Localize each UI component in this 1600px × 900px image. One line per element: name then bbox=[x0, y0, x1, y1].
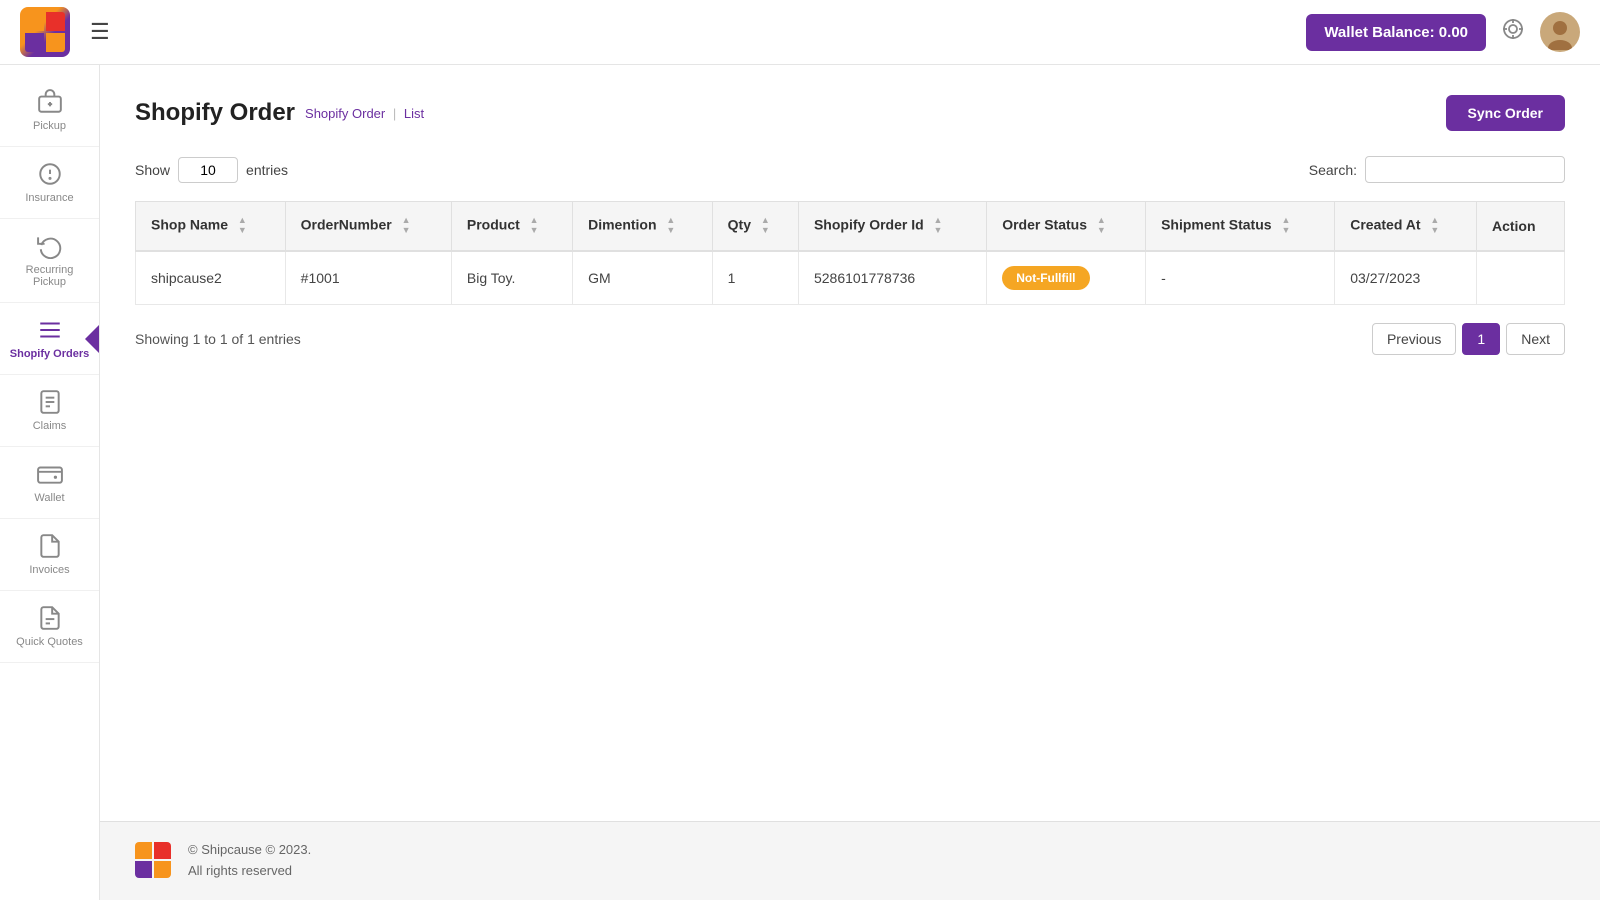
sidebar-item-claims[interactable]: Claims bbox=[0, 375, 99, 447]
footer-logo bbox=[135, 842, 173, 880]
created-at-cell: 03/27/2023 bbox=[1335, 251, 1477, 305]
table-body: shipcause2#1001Big Toy.GM15286101778736 N… bbox=[136, 251, 1565, 305]
show-entries: Show entries bbox=[135, 157, 288, 183]
page-1-button[interactable]: 1 bbox=[1462, 323, 1500, 355]
action-cell bbox=[1476, 251, 1564, 305]
table-cell: shipcause2 bbox=[136, 251, 286, 305]
table-controls: Show entries Search: bbox=[135, 156, 1565, 183]
sidebar-item-insurance[interactable]: Insurance bbox=[0, 147, 99, 219]
pickup-icon bbox=[37, 89, 63, 115]
table-row: shipcause2#1001Big Toy.GM15286101778736 N… bbox=[136, 251, 1565, 305]
main-content: Shopify Order Shopify Order | List Sync … bbox=[100, 65, 1600, 900]
page-title-area: Shopify Order Shopify Order | List bbox=[135, 99, 424, 127]
sidebar-item-wallet-label: Wallet bbox=[34, 492, 64, 504]
table-cell: 5286101778736 bbox=[798, 251, 986, 305]
col-order-status: Order Status ▲▼ bbox=[987, 202, 1146, 251]
sidebar-item-pickup-label: Pickup bbox=[33, 120, 66, 132]
sort-icon-dimention[interactable]: ▲▼ bbox=[666, 216, 675, 236]
sort-icon-shopify-order-id[interactable]: ▲▼ bbox=[934, 216, 943, 236]
sidebar-item-quick-quotes[interactable]: Quick Quotes bbox=[0, 591, 99, 663]
sidebar-item-invoices-label: Invoices bbox=[29, 564, 69, 576]
hamburger-menu[interactable]: ☰ bbox=[90, 19, 110, 45]
wallet-balance-button[interactable]: Wallet Balance: 0.00 bbox=[1306, 14, 1486, 51]
pagination-area: Showing 1 to 1 of 1 entries Previous 1 N… bbox=[135, 323, 1565, 355]
table-cell: Big Toy. bbox=[451, 251, 572, 305]
table-cell: #1001 bbox=[285, 251, 451, 305]
search-area: Search: bbox=[1309, 156, 1565, 183]
sync-order-button[interactable]: Sync Order bbox=[1446, 95, 1565, 131]
topbar: ☰ Wallet Balance: 0.00 bbox=[0, 0, 1600, 65]
pagination-info: Showing 1 to 1 of 1 entries bbox=[135, 331, 301, 347]
col-created-at: Created At ▲▼ bbox=[1335, 202, 1477, 251]
sort-icon-shipment-status[interactable]: ▲▼ bbox=[1281, 216, 1290, 236]
col-qty: Qty ▲▼ bbox=[712, 202, 798, 251]
wallet-icon bbox=[37, 461, 63, 487]
breadcrumb-separator: | bbox=[393, 106, 396, 121]
sidebar-item-pickup[interactable]: Pickup bbox=[0, 75, 99, 147]
table-header: Shop Name ▲▼ OrderNumber ▲▼ Product ▲▼ bbox=[136, 202, 1565, 251]
show-label: Show bbox=[135, 162, 170, 178]
sidebar-item-quick-quotes-label: Quick Quotes bbox=[16, 636, 83, 648]
search-label: Search: bbox=[1309, 162, 1357, 178]
page-header: Shopify Order Shopify Order | List Sync … bbox=[135, 95, 1565, 131]
breadcrumb-list[interactable]: List bbox=[404, 106, 424, 121]
col-shipment-status: Shipment Status ▲▼ bbox=[1146, 202, 1335, 251]
status-badge: Not-Fullfill bbox=[1002, 266, 1089, 290]
next-button[interactable]: Next bbox=[1506, 323, 1565, 355]
recurring-pickup-icon bbox=[37, 233, 63, 259]
sort-icon-created-at[interactable]: ▲▼ bbox=[1430, 216, 1439, 236]
topbar-left: ☰ bbox=[20, 7, 110, 57]
sort-icon-order-number[interactable]: ▲▼ bbox=[402, 216, 411, 236]
col-action: Action bbox=[1476, 202, 1564, 251]
sidebar-item-invoices[interactable]: Invoices bbox=[0, 519, 99, 591]
sort-icon-product[interactable]: ▲▼ bbox=[530, 216, 539, 236]
sidebar-item-wallet[interactable]: Wallet bbox=[0, 447, 99, 519]
breadcrumb-shopify-order[interactable]: Shopify Order bbox=[305, 106, 385, 121]
sidebar: Pickup Insurance Recurring Pickup S bbox=[0, 65, 100, 900]
sidebar-item-shopify-orders[interactable]: Shopify Orders bbox=[0, 303, 99, 375]
page-title: Shopify Order bbox=[135, 99, 295, 127]
search-input[interactable] bbox=[1365, 156, 1565, 183]
target-icon[interactable] bbox=[1501, 17, 1525, 47]
footer-text: © Shipcause © 2023. All rights reserved bbox=[188, 840, 311, 882]
shopify-orders-icon bbox=[37, 317, 63, 343]
pagination-buttons: Previous 1 Next bbox=[1372, 323, 1565, 355]
invoices-icon bbox=[37, 533, 63, 559]
col-dimention: Dimention ▲▼ bbox=[573, 202, 713, 251]
topbar-right: Wallet Balance: 0.00 bbox=[1306, 12, 1580, 52]
breadcrumb: Shopify Order | List bbox=[305, 106, 424, 121]
table-cell: GM bbox=[573, 251, 713, 305]
order-status-cell: Not-Fullfill bbox=[987, 251, 1146, 305]
footer: © Shipcause © 2023. All rights reserved bbox=[100, 821, 1600, 900]
sort-icon-shop-name[interactable]: ▲▼ bbox=[238, 216, 247, 236]
previous-button[interactable]: Previous bbox=[1372, 323, 1456, 355]
logo bbox=[20, 7, 70, 57]
content-area: Shopify Order Shopify Order | List Sync … bbox=[100, 65, 1600, 821]
col-product: Product ▲▼ bbox=[451, 202, 572, 251]
sidebar-item-insurance-label: Insurance bbox=[25, 192, 73, 204]
sidebar-item-shopify-orders-label: Shopify Orders bbox=[10, 348, 89, 360]
footer-copyright: © Shipcause © 2023. bbox=[188, 840, 311, 861]
avatar[interactable] bbox=[1540, 12, 1580, 52]
col-shopify-order-id: Shopify Order Id ▲▼ bbox=[798, 202, 986, 251]
data-table: Shop Name ▲▼ OrderNumber ▲▼ Product ▲▼ bbox=[135, 201, 1565, 305]
layout: Pickup Insurance Recurring Pickup S bbox=[0, 65, 1600, 900]
sort-icon-order-status[interactable]: ▲▼ bbox=[1097, 216, 1106, 236]
sidebar-item-recurring-pickup[interactable]: Recurring Pickup bbox=[0, 219, 99, 303]
col-shop-name: Shop Name ▲▼ bbox=[136, 202, 286, 251]
sort-icon-qty[interactable]: ▲▼ bbox=[761, 216, 770, 236]
col-order-number: OrderNumber ▲▼ bbox=[285, 202, 451, 251]
entries-label: entries bbox=[246, 162, 288, 178]
table-cell: 1 bbox=[712, 251, 798, 305]
shipment-status-cell: - bbox=[1146, 251, 1335, 305]
footer-rights: All rights reserved bbox=[188, 861, 311, 882]
insurance-icon bbox=[37, 161, 63, 187]
quick-quotes-icon bbox=[37, 605, 63, 631]
sidebar-item-claims-label: Claims bbox=[33, 420, 67, 432]
entries-input[interactable] bbox=[178, 157, 238, 183]
sidebar-item-recurring-pickup-label: Recurring Pickup bbox=[8, 264, 91, 288]
claims-icon bbox=[37, 389, 63, 415]
